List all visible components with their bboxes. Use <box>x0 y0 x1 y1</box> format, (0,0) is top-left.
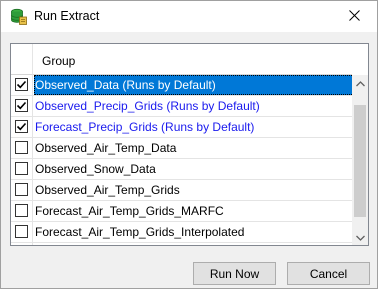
table-row-partial[interactable] <box>11 243 354 245</box>
row-checkbox-cell <box>11 96 33 116</box>
window-title: Run Extract <box>34 9 100 23</box>
row-group-label[interactable]: Forecast_Precip_Grids (Runs by Default) <box>34 117 254 137</box>
row-group-label[interactable]: Forecast_Air_Temp_Grids_MARFC <box>34 201 224 221</box>
title-bar: Run Extract <box>1 1 377 32</box>
table-row[interactable]: Forecast_Precip_Grids (Runs by Default) <box>11 117 354 138</box>
row-checkbox-cell <box>11 138 33 158</box>
table-row[interactable]: Observed_Air_Temp_Grids <box>11 180 354 201</box>
close-icon <box>348 9 360 24</box>
checkbox-unchecked[interactable] <box>15 204 28 217</box>
row-checkbox-cell <box>11 75 33 95</box>
checkbox-unchecked[interactable] <box>15 183 28 196</box>
column-header-label: Group <box>42 54 76 68</box>
grid-header: Group <box>11 44 354 75</box>
row-group-label[interactable]: Observed_Air_Temp_Data <box>34 138 176 158</box>
checkbox-unchecked[interactable] <box>15 141 28 154</box>
row-group-label[interactable]: Observed_Data (Runs by Default) <box>34 75 354 95</box>
scroll-down-button[interactable] <box>352 229 368 245</box>
table-row[interactable]: Forecast_Air_Temp_Grids_Interpolated <box>11 222 354 243</box>
cancel-button[interactable]: Cancel <box>287 262 370 285</box>
table-row[interactable]: Observed_Snow_Data <box>11 159 354 180</box>
grid-rows: Observed_Data (Runs by Default) Observed_… <box>11 75 354 245</box>
column-header-group[interactable]: Group <box>33 44 354 75</box>
checkbox-checked[interactable] <box>15 78 28 91</box>
table-row[interactable]: Observed_Air_Temp_Data <box>11 138 354 159</box>
row-checkbox-cell <box>11 117 33 137</box>
chevron-up-icon <box>355 76 365 90</box>
scroll-corner <box>352 44 368 75</box>
row-checkbox-cell <box>11 159 33 179</box>
database-icon <box>10 8 27 25</box>
row-checkbox-cell <box>11 180 33 200</box>
scroll-up-button[interactable] <box>352 75 368 91</box>
row-checkbox-cell <box>11 243 33 245</box>
table-row[interactable]: Observed_Precip_Grids (Runs by Default) <box>11 96 354 117</box>
row-group-label[interactable]: Observed_Air_Temp_Grids <box>34 180 180 200</box>
group-grid[interactable]: Group Observed_Data (Runs by Default) Obs… <box>10 43 369 246</box>
row-header-corner <box>11 44 33 75</box>
row-group-label[interactable]: Observed_Snow_Data <box>34 159 156 179</box>
close-button[interactable] <box>331 1 377 32</box>
table-row[interactable]: Forecast_Air_Temp_Grids_MARFC <box>11 201 354 222</box>
run-now-button[interactable]: Run Now <box>193 262 276 285</box>
checkbox-unchecked[interactable] <box>15 225 28 238</box>
row-group-label[interactable]: Observed_Precip_Grids (Runs by Default) <box>34 96 260 116</box>
chevron-down-icon <box>355 230 365 244</box>
row-checkbox-cell <box>11 222 33 242</box>
vertical-scrollbar[interactable] <box>352 75 368 245</box>
table-row[interactable]: Observed_Data (Runs by Default) <box>11 75 354 96</box>
scroll-thumb[interactable] <box>354 105 366 217</box>
row-group-label[interactable]: Forecast_Air_Temp_Grids_Interpolated <box>34 222 244 242</box>
checkbox-unchecked[interactable] <box>15 162 28 175</box>
checkbox-checked[interactable] <box>15 120 28 133</box>
checkbox-checked[interactable] <box>15 99 28 112</box>
row-checkbox-cell <box>11 201 33 221</box>
run-extract-dialog: Run Extract Group Observed_Data (Runs by… <box>0 0 378 289</box>
